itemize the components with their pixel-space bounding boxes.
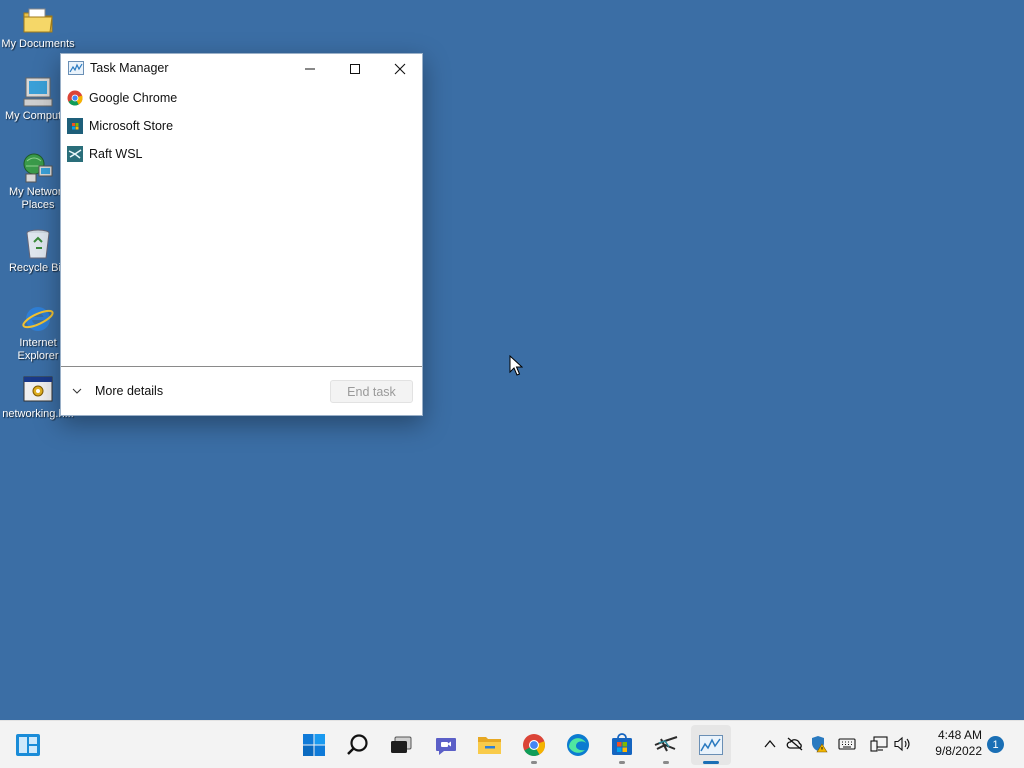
chrome-taskbar-button[interactable] xyxy=(514,725,554,765)
chevron-down-icon xyxy=(72,388,82,394)
desktop-icon-my-documents[interactable]: My Documents xyxy=(0,4,76,51)
raft-wsl-icon xyxy=(67,146,83,162)
edge-button[interactable] xyxy=(558,725,598,765)
folder-icon xyxy=(23,8,53,33)
maximize-button[interactable] xyxy=(332,54,378,84)
setup-program-icon xyxy=(23,376,53,402)
app-list-item[interactable]: Google Chrome xyxy=(61,84,422,112)
active-indicator xyxy=(703,761,719,764)
clock[interactable]: 4:48 AM 9/8/2022 xyxy=(920,727,982,759)
maximize-icon xyxy=(350,64,360,74)
raft-wsl-taskbar-button[interactable] xyxy=(646,725,686,765)
teams-chat-icon xyxy=(436,738,456,755)
running-indicator xyxy=(663,761,669,764)
app-name: Microsoft Store xyxy=(89,119,174,133)
widgets-icon xyxy=(16,734,40,756)
volume-icon xyxy=(894,736,910,752)
start-button[interactable] xyxy=(294,725,334,765)
mouse-cursor-icon xyxy=(509,355,523,376)
volume-button[interactable] xyxy=(893,734,913,754)
notification-badge[interactable]: 1 xyxy=(987,736,1004,753)
end-task-button[interactable]: End task xyxy=(330,380,413,403)
app-list: Google Chrome Microsoft Store Raft WSL xyxy=(61,84,422,168)
task-manager-icon xyxy=(68,61,84,75)
running-indicator xyxy=(619,761,625,764)
minimize-icon xyxy=(305,68,315,70)
computer-icon xyxy=(23,77,53,107)
network-status-button[interactable] xyxy=(869,734,889,754)
edge-icon xyxy=(567,734,589,756)
app-list-item[interactable]: Microsoft Store xyxy=(61,112,422,140)
chevron-up-icon xyxy=(764,739,776,748)
task-manager-icon xyxy=(699,735,723,755)
recycle-bin-icon xyxy=(26,229,50,259)
window-footer: More details End task xyxy=(61,366,422,415)
input-indicator-button[interactable] xyxy=(837,734,857,754)
app-list-item[interactable]: Raft WSL xyxy=(61,140,422,168)
clock-time: 4:48 AM xyxy=(937,728,982,742)
title-bar[interactable]: Task Manager xyxy=(61,54,422,84)
desktop-icon-label: My Documents xyxy=(1,38,75,50)
widgets-button[interactable] xyxy=(8,725,48,765)
security-button[interactable] xyxy=(809,734,829,754)
search-button[interactable] xyxy=(338,725,378,765)
chrome-icon xyxy=(523,734,545,757)
task-view-icon xyxy=(391,736,412,753)
show-hidden-icons-button[interactable] xyxy=(760,734,780,754)
windows-start-icon xyxy=(303,734,325,756)
store-icon xyxy=(67,118,83,134)
more-details-button[interactable]: More details xyxy=(71,379,163,403)
network-icon xyxy=(870,736,888,752)
store-taskbar-button[interactable] xyxy=(602,725,642,765)
app-name: Raft WSL xyxy=(89,147,143,161)
chrome-icon xyxy=(67,90,83,106)
security-warning-icon xyxy=(812,736,828,753)
close-icon xyxy=(394,63,406,75)
minimize-button[interactable] xyxy=(287,54,333,84)
more-details-label: More details xyxy=(95,384,164,398)
task-manager-taskbar-button[interactable] xyxy=(691,725,731,765)
app-name: Google Chrome xyxy=(89,91,178,105)
store-icon xyxy=(612,733,632,755)
onedrive-button[interactable] xyxy=(785,734,805,754)
internet-explorer-icon xyxy=(22,307,54,331)
task-manager-window: Task Manager Google Chrome Microsoft Sto… xyxy=(60,53,423,416)
folder-icon xyxy=(478,737,501,754)
raft-wsl-icon xyxy=(654,736,678,752)
window-title: Task Manager xyxy=(90,61,169,75)
running-indicator xyxy=(531,761,537,764)
network-icon xyxy=(23,153,53,183)
task-view-button[interactable] xyxy=(381,725,421,765)
chat-button[interactable] xyxy=(426,725,466,765)
file-explorer-button[interactable] xyxy=(470,725,510,765)
close-button[interactable] xyxy=(377,54,423,84)
clock-date: 9/8/2022 xyxy=(935,744,982,758)
keyboard-icon xyxy=(838,738,856,750)
search-icon xyxy=(347,734,368,755)
onedrive-offline-icon xyxy=(786,737,803,751)
